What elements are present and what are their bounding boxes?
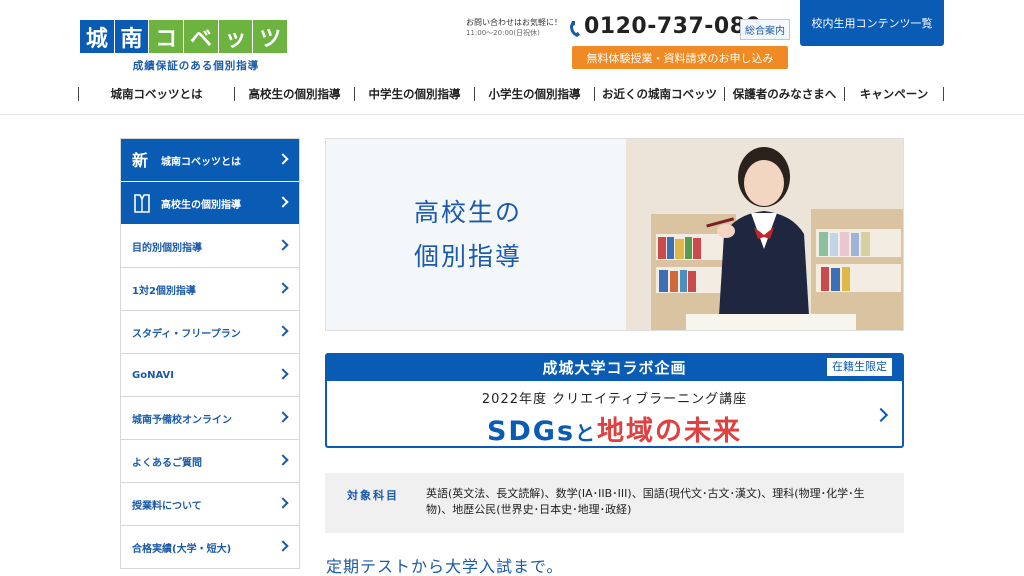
sidebar-item-label: 合格実績(大学・短大) <box>132 543 232 555</box>
new-icon: 新 <box>132 151 148 170</box>
sidebar-item-results[interactable]: 合格実績(大学・短大) <box>121 526 299 569</box>
sidebar-item-label: 城南予備校オンライン <box>132 414 232 426</box>
uniform-icon <box>134 194 150 213</box>
sidebar-item-about[interactable]: 新 城南コベッツとは <box>121 139 299 182</box>
logo-char: ツ <box>253 20 288 53</box>
chevron-right-icon <box>277 411 289 423</box>
logo-char: ッ <box>218 20 253 53</box>
global-nav: 城南コベッツとは 高校生の個別指導 中学生の個別指導 小学生の個別指導 お近くの… <box>78 84 946 104</box>
nav-parents[interactable]: 保護者のみなさまへ <box>724 87 844 101</box>
trial-request-button[interactable]: 無料体験授業・資料請求のお申し込み <box>572 46 788 69</box>
sidebar-item-label: 目的別個別指導 <box>132 242 202 254</box>
phone-badge: 総合案内 <box>740 19 790 40</box>
sidebar-item-high-school[interactable]: 高校生の個別指導 <box>121 182 299 225</box>
logo-char: 城 <box>80 20 114 53</box>
sidebar-item-label: 1対2個別指導 <box>132 285 196 297</box>
subjects-text: 英語(英文法、長文読解)、数学(IA･IIB･III)、国語(現代文･古文･漢文… <box>426 487 865 516</box>
subjects-label: 対象科目 <box>347 489 399 502</box>
student-photo <box>626 139 903 330</box>
sidebar-item-label: 授業料について <box>132 500 202 512</box>
contact-note-text: お問い合わせはお気軽に！ <box>466 18 562 27</box>
banner-subtitle: 2022年度 クリエイティブラーニング講座 <box>481 392 748 407</box>
chevron-right-icon <box>277 282 289 294</box>
sidebar-item-label: 城南コベッツとは <box>161 156 241 168</box>
chevron-right-icon <box>277 153 289 165</box>
banner-sdgs: SDGs <box>486 416 576 447</box>
contact-note: お問い合わせはお気軽に！ 11:00～20:00(日祝休) <box>466 18 576 38</box>
nav-about[interactable]: 城南コベッツとは <box>78 87 234 101</box>
logo-char: ベ <box>184 20 218 53</box>
sidebar-item-label: GoNAVI <box>132 369 174 381</box>
contact-hours: 11:00～20:00(日祝休) <box>466 29 540 37</box>
banner-main-title: SDGsと地域の未来 <box>327 409 902 448</box>
chevron-right-icon <box>277 540 289 552</box>
logo-tagline: 成績保証のある個別指導 <box>132 60 260 72</box>
nav-nearby[interactable]: お近くの城南コベッツ <box>594 87 724 101</box>
phone-icon <box>570 21 580 37</box>
nav-high-school[interactable]: 高校生の個別指導 <box>234 87 354 101</box>
section-heading: 定期テストから大学入試まで。 <box>326 557 564 576</box>
hero-banner: 高校生の 個別指導 <box>325 138 904 331</box>
sidebar: 新 城南コベッツとは 高校生の個別指導 目的別個別指導 1対2個別指導 スタディ… <box>120 138 300 569</box>
sidebar-item-faq[interactable]: よくあるご質問 <box>121 440 299 483</box>
nav-elementary[interactable]: 小学生の個別指導 <box>474 87 594 101</box>
sidebar-item-tuition[interactable]: 授業料について <box>121 483 299 526</box>
hero-title-line: 高校生の <box>414 198 523 227</box>
banner-heading: 成城大学コラボ企画 <box>327 355 902 381</box>
student-contents-button[interactable]: 校内生用コンテンツ一覧 <box>800 0 944 46</box>
sidebar-item-label: スタディ・フリープラン <box>132 328 241 340</box>
nav-junior-high[interactable]: 中学生の個別指導 <box>354 87 474 101</box>
hero-title-line: 個別指導 <box>414 242 523 271</box>
logo-char: 南 <box>114 20 149 53</box>
phone-number[interactable]: 0120-737-080 <box>584 14 761 39</box>
sidebar-item-one-to-two[interactable]: 1対2個別指導 <box>121 268 299 311</box>
banner-region: 地域の未来 <box>597 416 743 447</box>
sidebar-item-online[interactable]: 城南予備校オンライン <box>121 397 299 440</box>
hero-title: 高校生の 個別指導 <box>414 191 522 279</box>
sidebar-item-purpose[interactable]: 目的別個別指導 <box>121 225 299 268</box>
logo-char: コ <box>149 20 184 53</box>
nav-campaign[interactable]: キャンペーン <box>844 87 944 101</box>
banner-connector: と <box>575 421 598 445</box>
logo-wordmark: 城 南 コ ベ ッ ツ <box>80 20 288 53</box>
chevron-right-icon <box>277 454 289 466</box>
site-logo[interactable]: 城 南 コ ベ ッ ツ 成績保証のある個別指導 <box>80 20 288 73</box>
chevron-right-icon <box>277 196 289 208</box>
sidebar-item-gonavi[interactable]: GoNAVI <box>121 354 299 397</box>
header-divider <box>0 114 1024 115</box>
chevron-right-icon <box>277 239 289 251</box>
seijo-collab-banner[interactable]: 成城大学コラボ企画 在籍生限定 2022年度 クリエイティブラーニング講座 SD… <box>325 353 904 448</box>
chevron-right-icon <box>277 368 289 380</box>
sidebar-item-study-free[interactable]: スタディ・フリープラン <box>121 311 299 354</box>
subjects-box: 対象科目 英語(英文法、長文読解)、数学(IA･IIB･III)、国語(現代文･… <box>325 473 904 533</box>
svg-text:新: 新 <box>132 151 148 170</box>
chevron-right-icon <box>277 325 289 337</box>
sidebar-item-label: よくあるご質問 <box>132 457 202 469</box>
banner-badge: 在籍生限定 <box>827 358 892 376</box>
sidebar-item-label: 高校生の個別指導 <box>161 199 241 211</box>
chevron-right-icon <box>277 497 289 509</box>
